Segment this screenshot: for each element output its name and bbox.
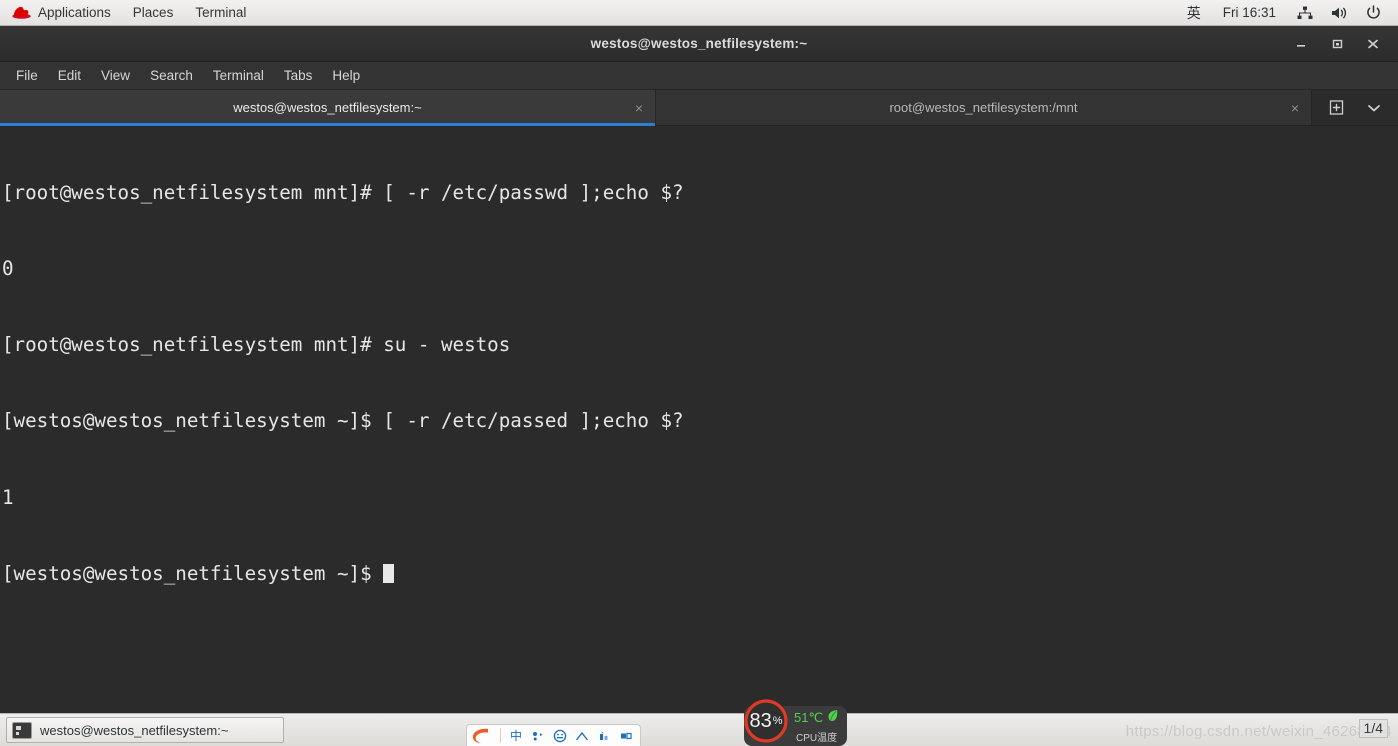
toolbox-icon[interactable] — [572, 726, 592, 746]
cpu-temperature-value: 51℃ — [794, 710, 824, 725]
terminal-window: westos@westos_netfilesystem:~ File Edit … — [0, 26, 1398, 713]
skin-icon[interactable] — [594, 726, 614, 746]
punctuation-icon[interactable] — [528, 726, 548, 746]
chevron-down-icon[interactable] — [1356, 90, 1392, 126]
close-icon[interactable] — [1358, 31, 1388, 57]
network-icon[interactable] — [1288, 0, 1322, 25]
terminal-output-area[interactable]: [root@westos_netfilesystem mnt]# [ -r /e… — [0, 126, 1398, 713]
window-titlebar[interactable]: westos@westos_netfilesystem:~ — [0, 26, 1398, 62]
terminal-line: [root@westos_netfilesystem mnt]# su - we… — [2, 333, 511, 357]
leaf-icon — [827, 709, 839, 728]
sogou-ime-toolbar: 中 — [466, 724, 641, 746]
volume-icon[interactable] — [1322, 0, 1357, 25]
ime-separator — [500, 728, 501, 743]
terminal-text: [root@westos_netfilesystem mnt]# [ -r /e… — [2, 129, 1398, 637]
menu-search[interactable]: Search — [140, 66, 203, 85]
top-panel-left: Applications Places Terminal — [0, 0, 257, 25]
watermark: https://blog.csdn.net/weixin_46268244 — [1125, 723, 1392, 740]
terminal-line: [root@westos_netfilesystem mnt]# [ -r /e… — [2, 180, 684, 204]
terminal-line: [westos@westos_netfilesystem ~]$ [ -r /e… — [2, 409, 684, 433]
cpu-widget-label: CPU温度 — [795, 732, 838, 744]
tab-label: westos@westos_netfilesystem:~ — [233, 100, 422, 115]
clock[interactable]: Fri 16:31 — [1211, 5, 1288, 20]
menu-tabs[interactable]: Tabs — [274, 66, 323, 85]
taskbar-item-label: westos@westos_netfilesystem:~ — [40, 722, 229, 738]
menu-view[interactable]: View — [91, 66, 140, 85]
top-panel-right: 英 Fri 16:31 — [1177, 0, 1398, 25]
chinese-mode-icon[interactable]: 中 — [506, 726, 526, 746]
terminal-app-menu-label: Terminal — [195, 5, 247, 20]
menu-terminal[interactable]: Terminal — [203, 66, 274, 85]
tab-westos-home[interactable]: westos@westos_netfilesystem:~ × — [0, 90, 656, 126]
terminal-prompt: [westos@westos_netfilesystem ~]$ — [2, 561, 384, 585]
cpu-temp-block: 51℃ CPU温度 — [794, 709, 839, 744]
tab-root-mnt[interactable]: root@westos_netfilesystem:/mnt × — [656, 90, 1312, 125]
tabbar: westos@westos_netfilesystem:~ × root@wes… — [0, 90, 1398, 126]
tab-close-icon[interactable]: × — [635, 101, 643, 115]
tab-close-icon[interactable]: × — [1291, 101, 1299, 115]
maximize-icon[interactable] — [1322, 31, 1352, 57]
emoji-icon[interactable] — [550, 726, 570, 746]
terminal-cursor — [383, 563, 395, 583]
sogou-logo-icon[interactable] — [469, 726, 495, 746]
menubar: File Edit View Search Terminal Tabs Help — [0, 62, 1398, 90]
tabbar-actions — [1312, 90, 1398, 125]
tab-label: root@westos_netfilesystem:/mnt — [889, 100, 1078, 115]
menu-icon[interactable] — [616, 726, 636, 746]
places-menu[interactable]: Places — [122, 0, 185, 25]
screen: Applications Places Terminal 英 Fri 16:31 — [0, 0, 1398, 746]
terminal-prompt-line: [westos@westos_netfilesystem ~]$ — [2, 561, 1398, 586]
terminal-line: 0 — [2, 257, 14, 281]
terminal-icon — [12, 721, 32, 739]
taskbar-item-terminal[interactable]: westos@westos_netfilesystem:~ — [6, 717, 284, 743]
window-controls — [1286, 31, 1398, 57]
redhat-logo-icon — [11, 5, 32, 20]
applications-menu[interactable]: Applications — [0, 0, 122, 25]
cpu-temp-row: 51℃ — [794, 709, 839, 728]
cpu-usage-ring: 83% — [742, 697, 790, 745]
new-tab-icon[interactable] — [1318, 90, 1354, 126]
menu-help[interactable]: Help — [322, 66, 370, 85]
window-title: westos@westos_netfilesystem:~ — [590, 36, 808, 51]
input-method-indicator[interactable]: 英 — [1177, 3, 1211, 23]
gnome-top-panel: Applications Places Terminal 英 Fri 16:31 — [0, 0, 1398, 26]
cpu-monitor-widget[interactable]: 83% 51℃ CPU温度 — [744, 699, 848, 746]
terminal-app-menu[interactable]: Terminal — [184, 0, 257, 25]
page-indicator: 1/4 — [1358, 719, 1388, 738]
applications-menu-label: Applications — [38, 5, 111, 20]
power-icon[interactable] — [1357, 0, 1390, 25]
minimize-icon[interactable] — [1286, 31, 1316, 57]
menu-file[interactable]: File — [6, 66, 48, 85]
menu-edit[interactable]: Edit — [48, 66, 91, 85]
cpu-usage-value: 83% — [749, 709, 783, 732]
terminal-line: 1 — [2, 485, 14, 509]
places-menu-label: Places — [132, 5, 174, 20]
